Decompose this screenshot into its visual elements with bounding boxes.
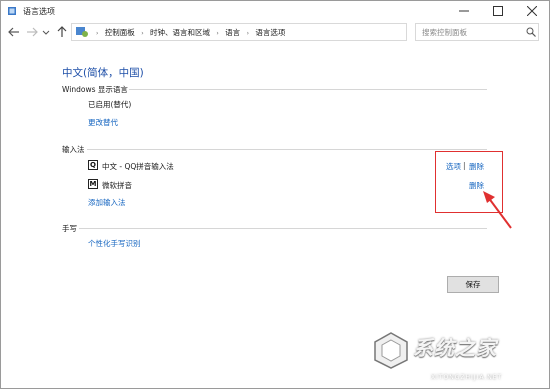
arrow-up-icon[interactable] — [55, 25, 69, 39]
display-language-status: 已启用(替代) — [88, 100, 132, 109]
watermark-logo-icon — [374, 332, 408, 369]
section-divider — [129, 89, 487, 90]
change-override-link[interactable]: 更改替代 — [88, 117, 118, 128]
breadcrumb-control-panel[interactable]: 控制面板 — [105, 28, 135, 37]
title-bar: 语言选项 — [1, 1, 549, 21]
breadcrumb-separator: › — [141, 30, 144, 37]
minimize-icon — [459, 10, 469, 12]
breadcrumb-clock-language-region[interactable]: 时钟、语言和区域 — [150, 28, 210, 37]
breadcrumb-language[interactable]: 语言 — [225, 28, 240, 37]
input-method-name: 中文 - QQ拼音输入法 — [102, 162, 174, 171]
section-heading-handwriting: 手写 — [62, 224, 77, 233]
search-box[interactable]: 搜索控制面板 — [415, 23, 539, 41]
section-divider — [79, 228, 487, 229]
section-heading-input-methods: 输入法 — [62, 145, 85, 154]
search-placeholder: 搜索控制面板 — [422, 28, 467, 37]
watermark-brand: 系统之家 — [413, 336, 497, 360]
save-button[interactable]: 保存 — [447, 276, 499, 293]
section-divider — [87, 149, 487, 150]
watermark: 系统之家 XITONGZHIJIA.NET — [371, 326, 549, 388]
control-panel-icon — [8, 7, 16, 15]
section-heading-windows-display: Windows 显示语言 — [62, 85, 128, 94]
search-icon[interactable] — [526, 27, 536, 37]
breadcrumb-separator: › — [246, 30, 249, 37]
navigation-bar: › 控制面板 › 时钟、语言和区域 › 语言 › 语言选项 搜索控制面板 — [1, 21, 549, 43]
watermark-url: XITONGZHIJIA.NET — [431, 374, 503, 381]
red-arrow-icon — [483, 191, 512, 229]
address-bar[interactable]: › 控制面板 › 时钟、语言和区域 › 语言 › 语言选项 — [71, 23, 474, 41]
arrow-left-icon[interactable] — [7, 25, 21, 39]
breadcrumb-language-options[interactable]: 语言选项 — [255, 28, 285, 37]
maximize-icon — [493, 6, 503, 16]
control-panel-icon — [76, 27, 88, 37]
window-title: 语言选项 — [23, 7, 55, 16]
page-title: 中文(简体，中国) — [62, 67, 144, 79]
maximize-button[interactable] — [481, 1, 515, 21]
close-icon — [527, 6, 537, 16]
microsoft-pinyin-icon: M — [88, 179, 98, 189]
personalize-handwriting-link[interactable]: 个性化手写识别 — [88, 238, 141, 249]
qq-pinyin-icon: Q — [88, 160, 98, 170]
breadcrumb-separator: › — [96, 30, 99, 37]
language-options-window: 语言选项 › 控制面板 › 时钟、语言和区域 › 语言 › 语言选项 搜索控制面… — [0, 0, 550, 389]
breadcrumb: › 控制面板 › 时钟、语言和区域 › 语言 › 语言选项 — [92, 27, 285, 38]
minimize-button[interactable] — [447, 1, 481, 21]
close-button[interactable] — [515, 1, 549, 21]
chevron-down-icon[interactable] — [41, 25, 51, 39]
input-method-name: 微软拼音 — [102, 181, 132, 190]
add-input-method-link[interactable]: 添加输入法 — [88, 197, 126, 208]
arrow-right-icon[interactable] — [25, 25, 39, 39]
breadcrumb-separator: › — [216, 30, 219, 37]
